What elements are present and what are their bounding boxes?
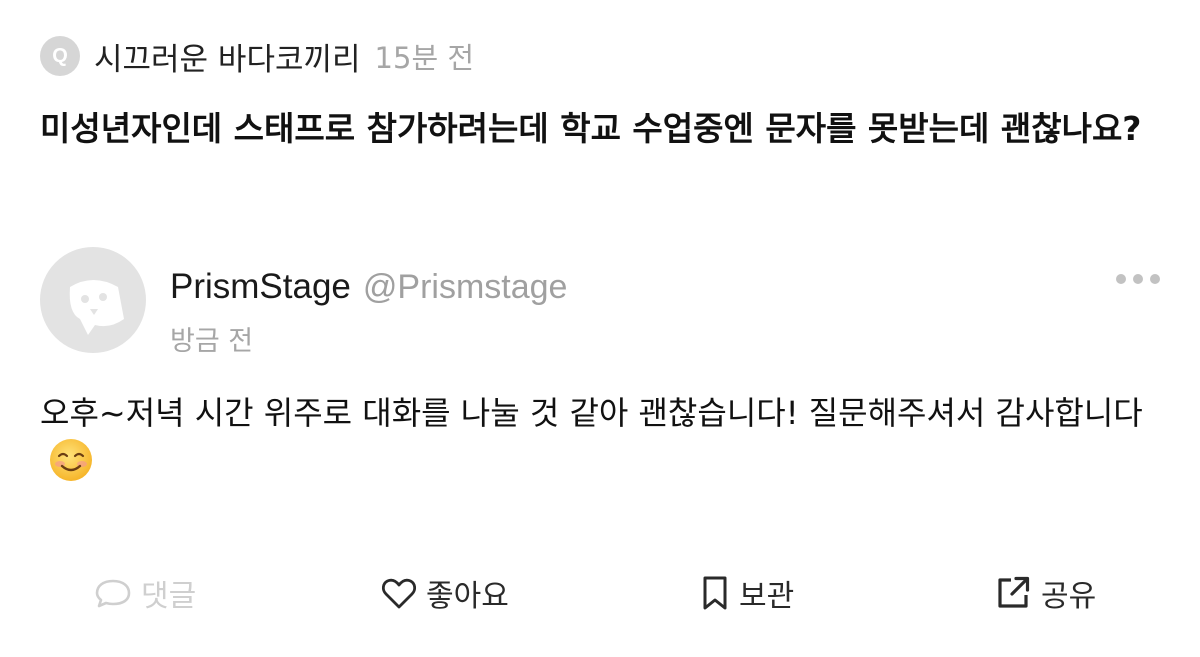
like-label: 좋아요: [426, 579, 509, 614]
answer-text: 오후~저녁 시간 위주로 대화를 나눌 것 같아 괜찮습니다! 질문해주셔서 감…: [40, 385, 1165, 500]
comment-button[interactable]: 댓글: [93, 566, 196, 620]
author-name[interactable]: PrismStage: [170, 267, 351, 307]
more-dot-icon: [1150, 274, 1160, 284]
question-timestamp: 15분 전: [374, 41, 475, 75]
more-dot-icon: [1133, 274, 1143, 284]
comment-label: 댓글: [141, 579, 197, 614]
save-label: 보관: [739, 579, 795, 614]
share-label: 공유: [1041, 579, 1097, 614]
asker-name[interactable]: 시끄러운 바다코끼리: [94, 34, 361, 79]
save-button[interactable]: 보관: [699, 566, 794, 620]
more-dot-icon: [1116, 274, 1126, 284]
more-options-button[interactable]: [1116, 267, 1160, 291]
share-icon: [998, 576, 1030, 608]
comment-bubble-icon: [95, 579, 131, 608]
answer-header: PrismStage @Prismstage 방금 전: [40, 247, 1160, 357]
author-handle[interactable]: @Prismstage: [363, 268, 568, 307]
bookmark-icon: [703, 576, 727, 610]
heart-icon: [381, 578, 417, 609]
question-badge-icon: Q: [40, 36, 80, 76]
question-header: Q 시끄러운 바다코끼리 15분 전: [40, 34, 474, 78]
answer-timestamp: 방금 전: [170, 326, 254, 357]
dog-face-icon: [69, 280, 124, 335]
author-line: PrismStage @Prismstage: [170, 267, 567, 307]
answer-body: 오후~저녁 시간 위주로 대화를 나눌 것 같아 괜찮습니다! 질문해주셔서 감…: [40, 394, 1143, 432]
like-button[interactable]: 좋아요: [380, 566, 509, 620]
share-button[interactable]: 공유: [993, 566, 1096, 620]
avatar[interactable]: [40, 247, 146, 353]
smiling-face-icon: [48, 437, 94, 500]
question-text: 미성년자인데 스태프로 참가하려는데 학교 수업중엔 문자를 못받는데 괜찮나요…: [40, 109, 1142, 148]
action-bar: 댓글 좋아요 보관 공유: [0, 566, 1200, 620]
